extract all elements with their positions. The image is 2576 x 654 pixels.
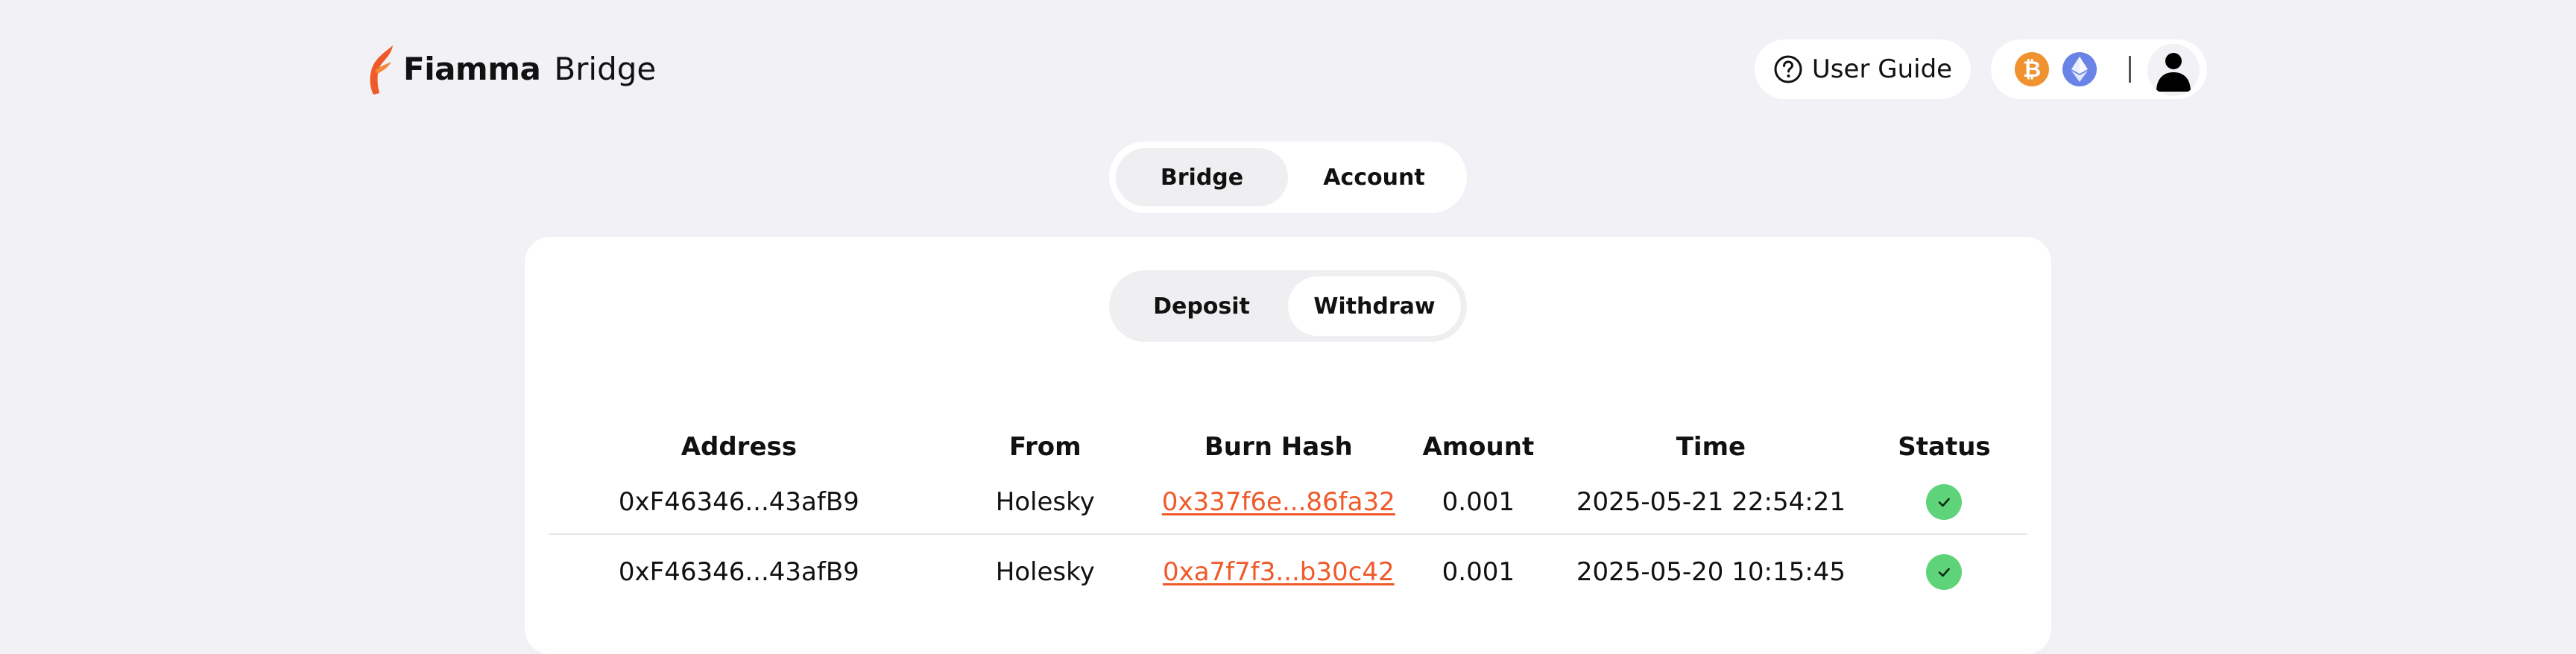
brand-subtitle: Bridge xyxy=(554,51,657,87)
tab-withdraw[interactable]: Withdraw xyxy=(1288,276,1461,336)
column-header-from: From xyxy=(1008,432,1082,462)
burn-hash-link[interactable]: 0xa7f7f3...b30c42 xyxy=(1163,557,1395,587)
column-header-status: Status xyxy=(1898,432,1991,462)
success-check-icon xyxy=(1926,484,1963,520)
bridge-card: Deposit Withdraw Address From Burn Hash … xyxy=(525,237,2051,654)
table-row: 0xF46346...43afB9 Holesky 0xa7f7f3...b30… xyxy=(549,535,2027,609)
user-guide-label: User Guide xyxy=(1811,54,1953,84)
user-guide-button[interactable]: User Guide xyxy=(1755,39,1971,99)
success-check-icon xyxy=(1926,554,1963,590)
column-header-time: Time xyxy=(1676,432,1746,462)
burn-hash-link[interactable]: 0x337f6e...86fa32 xyxy=(1162,487,1395,517)
address-cell: 0xF46346...43afB9 xyxy=(618,557,859,587)
tab-deposit[interactable]: Deposit xyxy=(1115,276,1288,336)
column-header-address: Address xyxy=(681,432,797,462)
from-cell: Holesky xyxy=(995,487,1095,517)
tab-bridge[interactable]: Bridge xyxy=(1116,148,1288,206)
deposit-withdraw-tabs: Deposit Withdraw xyxy=(1109,270,1467,342)
time-cell: 2025-05-20 10:15:45 xyxy=(1576,557,1846,587)
brand-logo[interactable]: Fiamma Bridge xyxy=(366,43,656,95)
brand-name: Fiamma xyxy=(403,51,541,87)
bitcoin-icon[interactable]: ₿ xyxy=(2015,52,2049,86)
time-cell: 2025-05-21 22:54:21 xyxy=(1576,487,1846,517)
wallet-status[interactable]: ₿ xyxy=(1991,39,2207,99)
wallet-divider xyxy=(2129,56,2131,83)
column-header-burn-hash: Burn Hash xyxy=(1204,432,1353,462)
question-circle-icon xyxy=(1774,55,1802,83)
amount-cell: 0.001 xyxy=(1442,557,1515,587)
user-avatar-icon[interactable] xyxy=(2147,44,2200,96)
from-cell: Holesky xyxy=(995,557,1095,587)
tab-account[interactable]: Account xyxy=(1288,148,1460,206)
column-header-amount: Amount xyxy=(1422,432,1535,462)
address-cell: 0xF46346...43afB9 xyxy=(618,487,859,517)
table-row: 0xF46346...43afB9 Holesky 0x337f6e...86f… xyxy=(549,471,2027,535)
ethereum-icon[interactable] xyxy=(2062,52,2097,86)
withdraw-history-table: Address From Burn Hash Amount Time Statu… xyxy=(549,423,2027,609)
amount-cell: 0.001 xyxy=(1442,487,1515,517)
table-header: Address From Burn Hash Amount Time Statu… xyxy=(549,423,2027,471)
main-tabs: Bridge Account xyxy=(1109,142,1467,213)
flame-logo-icon xyxy=(370,45,393,95)
